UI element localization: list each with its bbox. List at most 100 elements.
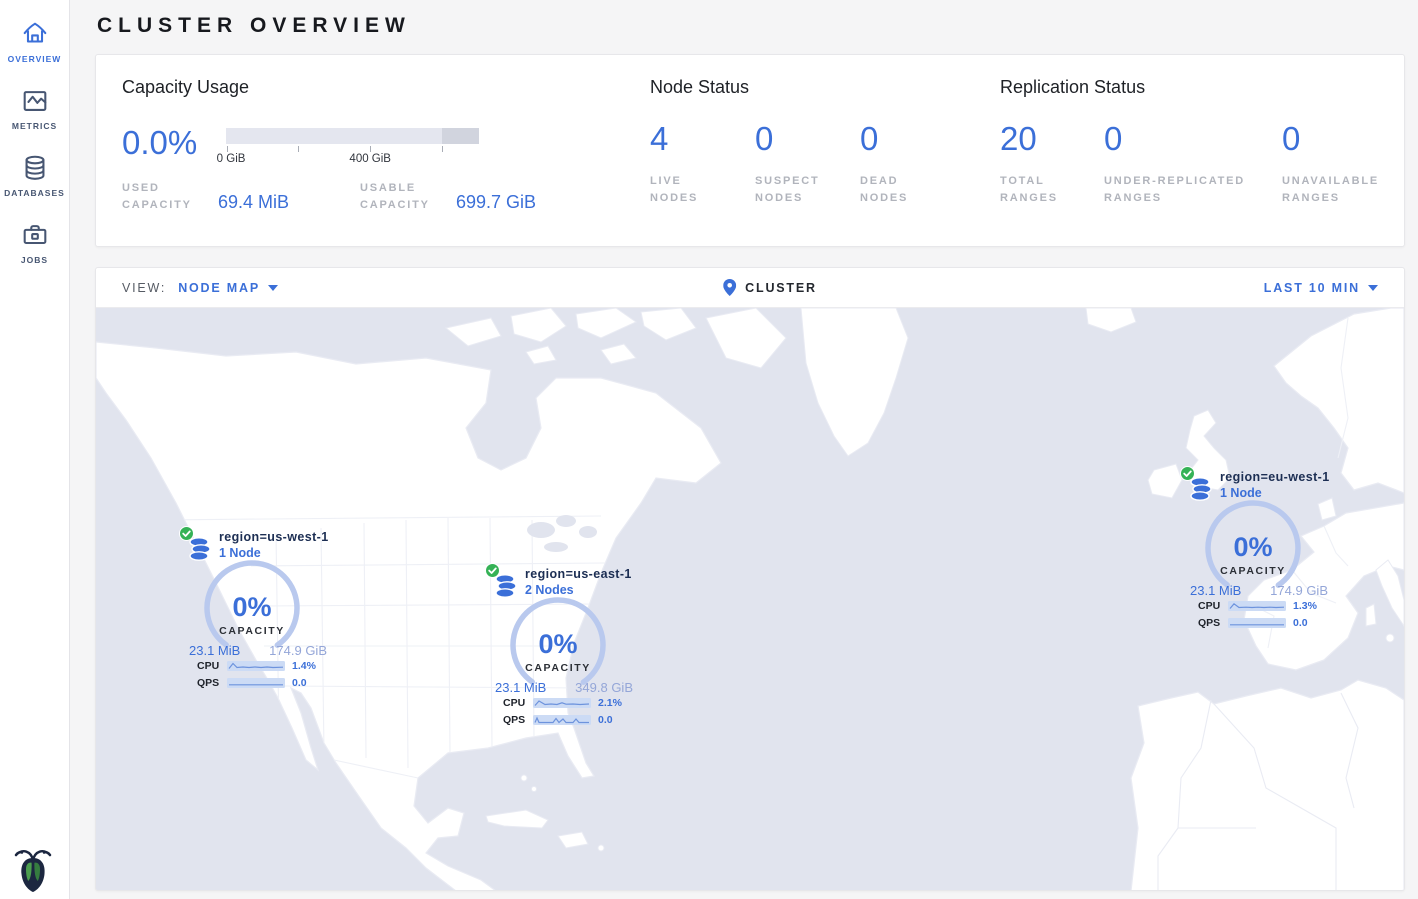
sidebar-item-label: JOBS [21,255,48,265]
node-badge-eu-west-1[interactable]: region=eu-west-1 1 Node 0% CAPACITY 23.1… [1182,464,1332,634]
node-count-link[interactable]: 1 Node [219,546,331,560]
gauge-percent: 0% [181,592,323,623]
qps-metric-row: QPS 0.0 [503,714,613,726]
sidebar-item-label: DATABASES [4,188,65,198]
sidebar-item-label: OVERVIEW [8,54,62,64]
node-region-label: region=us-west-1 [219,530,331,544]
qps-sparkline [533,715,591,725]
time-range-selector[interactable]: LAST 10 MIN [1264,281,1378,295]
dead-nodes-stat: 0 DEAD NODES [860,122,965,207]
gauge-capacity-label: CAPACITY [181,625,323,637]
breadcrumb[interactable]: CLUSTER [723,279,817,296]
sidebar-item-databases[interactable]: DATABASES [0,143,69,210]
view-selector-value: NODE MAP [178,281,260,295]
cpu-sparkline [533,698,591,708]
cluster-summary-panel: Capacity Usage 0.0% 0 GiB 400 Gi [95,54,1405,247]
qps-value: 0.0 [292,677,307,689]
capacity-usage-title: Capacity Usage [122,77,650,98]
replication-status-title: Replication Status [1000,77,1404,98]
unavailable-ranges-label: UNAVAILABLE RANGES [1282,173,1398,207]
unavailable-ranges-stat: 0 UNAVAILABLE RANGES [1282,122,1398,207]
dead-nodes-label: DEAD NODES [860,173,932,207]
cpu-value: 1.4% [292,660,316,672]
capacity-used-percent: 0.0% [122,120,226,166]
node-status-section: Node Status 4 LIVE NODES 0 SUSPECT NODES… [650,77,1000,246]
axis-tick-label: 0 GiB [217,153,246,165]
node-used-capacity: 23.1 MiB [495,680,546,695]
sidebar-nav: OVERVIEW METRICS DATABASES JO [0,0,69,277]
total-ranges-label: TOTAL RANGES [1000,173,1070,207]
map-toolbar: VIEW: NODE MAP CLUSTER LAST 10 MIN [96,268,1404,308]
chevron-down-icon [1368,285,1378,291]
unavailable-ranges-value: 0 [1282,122,1398,155]
suspect-nodes-stat: 0 SUSPECT NODES [755,122,860,207]
main-content: CLUSTER OVERVIEW Capacity Usage 0.0% [70,0,1418,891]
node-region-label: region=us-east-1 [525,567,637,581]
qps-value: 0.0 [1293,617,1308,629]
live-nodes-stat: 4 LIVE NODES [650,122,755,207]
under-replicated-label: UNDER-REPLICATED RANGES [1104,173,1264,207]
node-badge-us-east-1[interactable]: region=us-east-1 2 Nodes 0% CAPACITY 23.… [487,561,637,731]
view-selector[interactable]: NODE MAP [178,281,278,295]
time-range-value: LAST 10 MIN [1264,281,1360,295]
sidebar: OVERVIEW METRICS DATABASES JO [0,0,70,899]
cpu-sparkline [227,661,285,671]
node-badge-us-west-1[interactable]: region=us-west-1 1 Node 0% CAPACITY 23.1… [181,524,331,694]
total-ranges-value: 20 [1000,122,1104,155]
capacity-bar-track [226,128,479,144]
axis-tick-label: 400 GiB [349,153,391,165]
qps-metric-row: QPS 0.0 [1198,617,1308,629]
capacity-bar-reserved-segment [442,128,479,144]
sidebar-item-metrics[interactable]: METRICS [0,76,69,143]
cpu-metric-row: CPU 1.3% [1198,600,1317,612]
total-ranges-stat: 20 TOTAL RANGES [1000,122,1104,207]
cpu-metric-row: CPU 1.4% [197,660,316,672]
metrics-chart-icon [20,86,50,116]
chevron-down-icon [268,285,278,291]
cpu-label: CPU [1198,600,1228,612]
live-nodes-value: 4 [650,122,755,155]
gauge-capacity-label: CAPACITY [1182,565,1324,577]
under-replicated-stat: 0 UNDER-REPLICATED RANGES [1104,122,1282,207]
sidebar-item-overview[interactable]: OVERVIEW [0,9,69,76]
node-map-panel: VIEW: NODE MAP CLUSTER LAST 10 MIN [95,267,1405,891]
qps-label: QPS [197,677,227,689]
node-total-capacity: 349.8 GiB [575,680,633,695]
node-region-label: region=eu-west-1 [1220,470,1332,484]
database-icon [20,153,50,183]
node-count-link[interactable]: 1 Node [1220,486,1332,500]
node-used-capacity: 23.1 MiB [189,643,240,658]
cockroachdb-logo [13,845,53,893]
capacity-usage-section: Capacity Usage 0.0% 0 GiB 400 Gi [122,77,650,246]
cpu-metric-row: CPU 2.1% [503,697,622,709]
capacity-bar: 0 GiB 400 GiB [226,120,479,166]
qps-metric-row: QPS 0.0 [197,677,307,689]
view-label: VIEW: [122,281,166,295]
home-icon [20,19,50,49]
cpu-sparkline [1228,601,1286,611]
map-land-africa [1131,680,1404,891]
page-title: CLUSTER OVERVIEW [97,14,1405,38]
briefcase-icon [20,220,50,250]
live-nodes-label: LIVE NODES [650,173,722,207]
node-badge-header: region=eu-west-1 1 Node [1182,464,1332,500]
qps-sparkline [1228,618,1286,628]
qps-label: QPS [1198,617,1228,629]
replication-status-section: Replication Status 20 TOTAL RANGES 0 UND… [1000,77,1404,246]
suspect-nodes-label: SUSPECT NODES [755,173,827,207]
world-map: region=us-west-1 1 Node 0% CAPACITY 23.1… [96,308,1404,891]
breadcrumb-label: CLUSTER [745,281,817,295]
capacity-bar-ticks [226,144,479,152]
gauge-percent: 0% [487,629,629,660]
used-capacity-value: 69.4 MiB [218,192,360,214]
sidebar-item-jobs[interactable]: JOBS [0,210,69,277]
map-pin-icon [723,279,736,296]
under-replicated-value: 0 [1104,122,1282,155]
node-count-link[interactable]: 2 Nodes [525,583,637,597]
usable-capacity-value: 699.7 GiB [456,192,536,214]
cpu-value: 1.3% [1293,600,1317,612]
sidebar-item-label: METRICS [12,121,57,131]
node-total-capacity: 174.9 GiB [269,643,327,658]
node-used-capacity: 23.1 MiB [1190,583,1241,598]
qps-label: QPS [503,714,533,726]
